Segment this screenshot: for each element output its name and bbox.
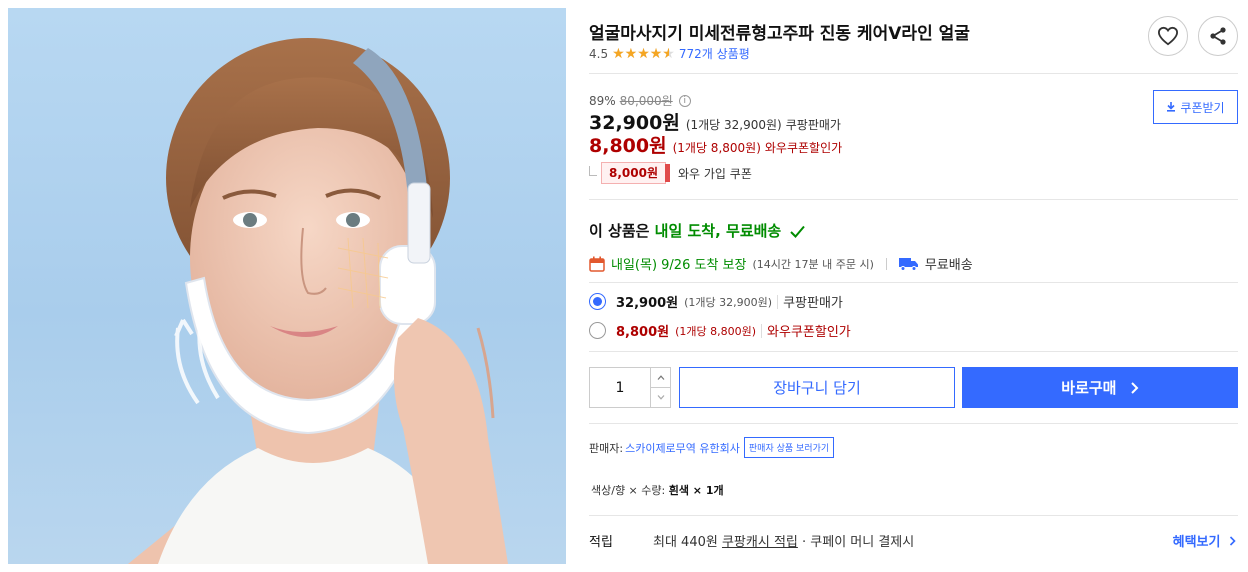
wow-price-row: 8,800원 (1개당 8,800원) 와우쿠폰할인가: [589, 131, 842, 158]
chevron-up-icon: [657, 375, 664, 380]
share-icon: [1210, 27, 1226, 45]
separator: [761, 323, 763, 338]
calendar-icon: [589, 256, 605, 272]
arrival-date: 내일(목) 9/26 도착 보장: [611, 258, 747, 273]
coupon-label: 와우 가입 쿠폰: [678, 166, 752, 181]
wow-price: 8,800원: [589, 135, 667, 157]
product-info-panel: 얼굴마사지기 미세전류형고주파 진동 케어V라인 얼굴 4.5 ★★★★★ ★★…: [589, 0, 1240, 572]
separator: [777, 294, 779, 309]
reward-label: 적립: [589, 535, 613, 550]
product-image: [8, 8, 566, 564]
divider: [589, 351, 1238, 352]
review-count-link[interactable]: 772개 상품평: [679, 45, 750, 62]
delivery-headline-highlight: 내일 도착, 무료배송: [654, 222, 782, 240]
option-price: 8,800원: [616, 325, 670, 340]
seller-products-button[interactable]: 판매자 상품 보러가기: [743, 437, 835, 458]
seller-name-link[interactable]: 스카이제로무역 유한회사: [625, 440, 740, 456]
truck-icon: [898, 257, 918, 271]
product-title: 얼굴마사지기 미세전류형고주파 진동 케어V라인 얼굴: [589, 24, 970, 44]
share-button[interactable]: [1198, 16, 1238, 56]
divider: [589, 423, 1238, 424]
view-benefits-label: 혜택보기: [1172, 535, 1221, 550]
option-price-type: 와우쿠폰할인가: [767, 325, 851, 340]
discount-rate: 89%: [589, 93, 616, 108]
check-icon: [790, 225, 806, 238]
coupon-download-label: 쿠폰받기: [1180, 100, 1225, 115]
chevron-right-icon: [1131, 382, 1139, 394]
download-icon: [1167, 102, 1176, 112]
quantity-stepper: [589, 367, 671, 408]
free-shipping-label: 무료배송: [924, 258, 973, 273]
reward-row: 적립 최대 440원 쿠팡캐시 적립 · 쿠페이 머니 결제시 혜택보기: [589, 531, 1238, 550]
option-price: 32,900원: [616, 296, 679, 311]
divider: [589, 73, 1238, 74]
order-deadline: (14시간 17분 내 주문 시): [752, 257, 874, 271]
add-to-cart-button[interactable]: 장바구니 담기: [679, 367, 955, 408]
delivery-headline: 이 상품은 내일 도착, 무료배송: [589, 220, 806, 241]
discount-row: 89% 80,000원 i: [589, 92, 691, 109]
star-fill-icon: ★★★★★: [612, 46, 668, 61]
wishlist-button[interactable]: [1148, 16, 1188, 56]
price-option-sale[interactable]: 32,900원 (1개당 32,900원) 쿠팡판매가: [589, 292, 843, 311]
reward-suffix: · 쿠페이 머니 결제시: [802, 535, 915, 550]
separator: [885, 257, 887, 270]
product-photo-illustration: [128, 38, 508, 564]
divider: [589, 282, 1238, 283]
seller-label: 판매자:: [589, 441, 624, 455]
delivery-detail-row: 내일(목) 9/26 도착 보장 (14시간 17분 내 주문 시) 무료배송: [589, 254, 973, 273]
info-icon[interactable]: i: [678, 94, 691, 107]
quantity-input[interactable]: [590, 368, 650, 407]
option-summary-value: 흰색 × 1개: [668, 484, 724, 497]
heart-icon: [1157, 26, 1179, 46]
option-price-type: 쿠팡판매가: [783, 296, 843, 311]
divider: [589, 199, 1238, 200]
option-unit-price: (1개당 32,900원): [684, 295, 773, 309]
wow-price-type: 와우쿠폰할인가: [764, 141, 843, 155]
price-option-radio[interactable]: [589, 293, 606, 310]
quantity-increase-button[interactable]: [651, 368, 670, 387]
divider: [589, 515, 1238, 516]
option-summary-text: 색상/향 × 수량:: [591, 484, 666, 497]
quantity-stepper-buttons: [650, 368, 670, 407]
quantity-decrease-button[interactable]: [651, 387, 670, 407]
wow-unit-price: (1개당 8,800원): [672, 141, 761, 155]
rating-row: 4.5 ★★★★★ ★★★★★ 772개 상품평: [589, 45, 750, 62]
delivery-headline-prefix: 이 상품은: [589, 222, 650, 240]
tree-corner: [589, 166, 597, 176]
coupon-download-button[interactable]: 쿠폰받기: [1153, 90, 1238, 124]
wow-coupon-row: 8,000원 와우 가입 쿠폰: [589, 162, 752, 184]
chevron-down-icon: [657, 395, 664, 400]
reward-prefix: 최대 440원: [653, 535, 718, 550]
chevron-right-icon: [1229, 536, 1236, 546]
rating-number: 4.5: [589, 46, 609, 61]
buy-now-label: 바로구매: [1061, 379, 1117, 397]
view-benefits-link[interactable]: 혜택보기: [1173, 531, 1236, 550]
rating-stars: ★★★★★ ★★★★★: [612, 47, 675, 61]
buy-now-button[interactable]: 바로구매: [962, 367, 1238, 408]
coupang-cash-link[interactable]: 쿠팡캐시 적립: [722, 531, 798, 550]
price-option-radio[interactable]: [589, 322, 606, 339]
seller-row: 판매자: 스카이제로무역 유한회사 판매자 상품 보러가기: [589, 437, 835, 458]
option-unit-price: (1개당 8,800원): [675, 324, 757, 338]
coupon-amount-badge: 8,000원: [601, 162, 670, 184]
selected-option-summary: 색상/향 × 수량: 흰색 × 1개: [591, 482, 724, 498]
price-option-wow[interactable]: 8,800원 (1개당 8,800원) 와우쿠폰할인가: [589, 321, 851, 340]
original-price: 80,000원: [619, 94, 673, 108]
